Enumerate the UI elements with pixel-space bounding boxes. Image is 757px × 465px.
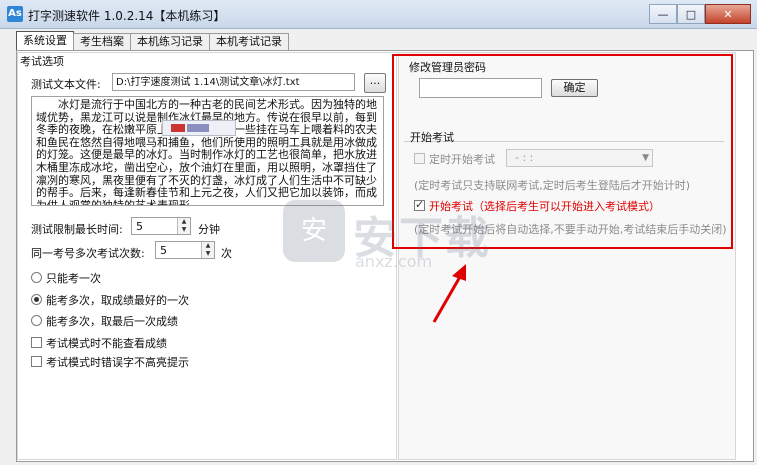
annotation-arrow-icon	[432, 264, 466, 323]
